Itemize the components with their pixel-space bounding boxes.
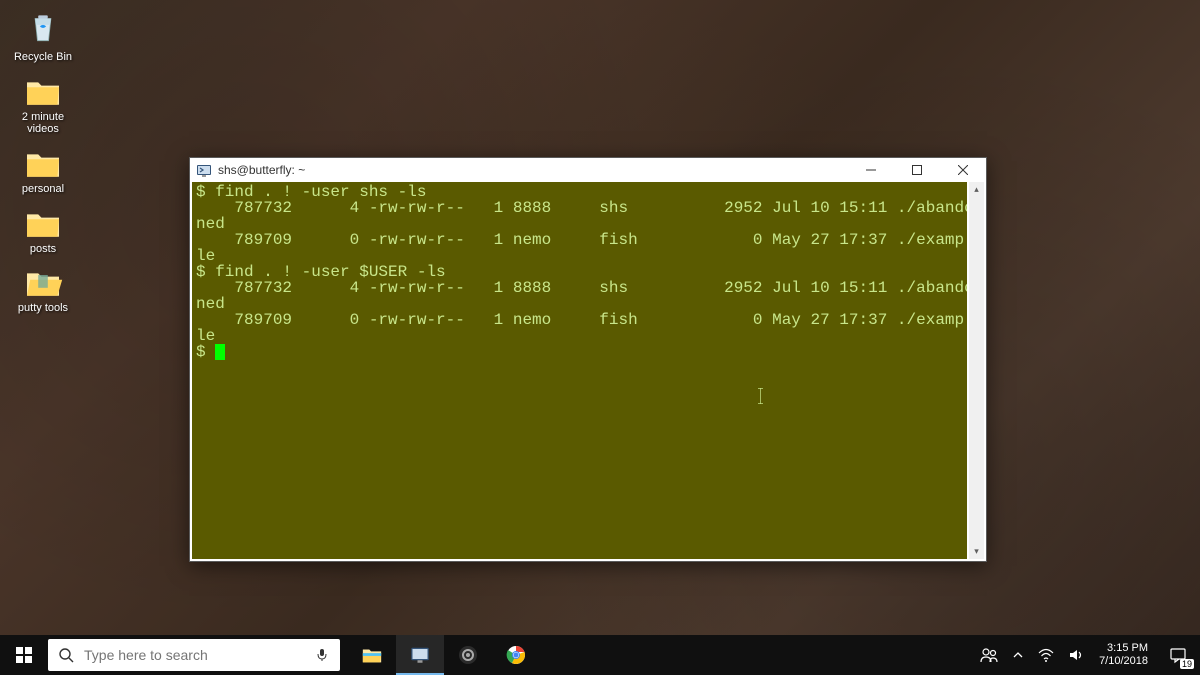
- desktop-icon-label: 2 minute videos: [6, 111, 80, 136]
- notification-button[interactable]: 19: [1156, 635, 1200, 675]
- start-button[interactable]: [0, 635, 48, 675]
- search-box[interactable]: [48, 639, 340, 671]
- scrollbar[interactable]: ▴ ▾: [969, 182, 984, 559]
- scroll-up-icon[interactable]: ▴: [969, 182, 984, 197]
- folder-icon: [23, 208, 63, 240]
- microphone-icon[interactable]: [304, 648, 340, 662]
- folder-icon: [23, 148, 63, 180]
- taskbar: 3:15 PM 7/10/2018 19: [0, 635, 1200, 675]
- clock-time: 3:15 PM: [1099, 642, 1148, 655]
- close-icon: [958, 165, 968, 175]
- tray-wifi-icon[interactable]: [1031, 635, 1061, 675]
- folder-open-icon: [23, 267, 63, 299]
- cursor: [215, 344, 225, 360]
- taskbar-obs[interactable]: [444, 635, 492, 675]
- tray-people-icon[interactable]: [973, 635, 1005, 675]
- text-cursor-ibeam: [760, 388, 761, 404]
- search-icon: [48, 647, 84, 663]
- desktop-icon-folder[interactable]: 2 minute videos: [6, 76, 80, 136]
- desktop-icon-label: posts: [6, 243, 80, 256]
- taskbar-file-explorer[interactable]: [348, 635, 396, 675]
- taskbar-clock[interactable]: 3:15 PM 7/10/2018: [1091, 642, 1156, 668]
- clock-date: 7/10/2018: [1099, 655, 1148, 668]
- minimize-icon: [866, 165, 876, 175]
- desktop-icon-label: Recycle Bin: [6, 51, 80, 64]
- titlebar[interactable]: shs@butterfly: ~: [190, 158, 986, 182]
- putty-window[interactable]: shs@butterfly: ~ $ find . ! -user shs -l…: [189, 157, 987, 562]
- terminal-prompt: $: [196, 343, 215, 361]
- search-input[interactable]: [84, 647, 304, 663]
- system-tray: 3:15 PM 7/10/2018 19: [973, 635, 1200, 675]
- close-button[interactable]: [940, 158, 986, 182]
- terminal-line: 787732 4 -rw-rw-r-- 1 8888 shs 2952 Jul …: [196, 279, 967, 297]
- notification-badge: 19: [1180, 659, 1194, 669]
- window-title: shs@butterfly: ~: [218, 163, 848, 177]
- folder-icon: [23, 76, 63, 108]
- terminal-line: 789709 0 -rw-rw-r-- 1 nemo fish 0 May 27…: [196, 231, 964, 249]
- chrome-icon: [506, 645, 526, 665]
- tray-volume-icon[interactable]: [1061, 635, 1091, 675]
- desktop-icon-folder[interactable]: posts: [6, 208, 80, 256]
- taskbar-putty[interactable]: [396, 635, 444, 675]
- desktop-icon-folder[interactable]: putty tools: [6, 267, 80, 315]
- obs-icon: [458, 645, 478, 665]
- file-explorer-icon: [361, 645, 383, 665]
- scroll-down-icon[interactable]: ▾: [969, 544, 984, 559]
- terminal-line: 789709 0 -rw-rw-r-- 1 nemo fish 0 May 27…: [196, 311, 964, 329]
- maximize-icon: [912, 165, 922, 175]
- maximize-button[interactable]: [894, 158, 940, 182]
- minimize-button[interactable]: [848, 158, 894, 182]
- putty-icon: [410, 644, 430, 664]
- putty-icon: [196, 162, 212, 178]
- desktop-icons: Recycle Bin 2 minute videos personal pos…: [6, 8, 80, 327]
- tray-chevron-up-icon[interactable]: [1005, 635, 1031, 675]
- desktop-icon-label: putty tools: [6, 302, 80, 315]
- terminal-line: 787732 4 -rw-rw-r-- 1 8888 shs 2952 Jul …: [196, 199, 967, 217]
- desktop-icon-folder[interactable]: personal: [6, 148, 80, 196]
- desktop-icon-recycle-bin[interactable]: Recycle Bin: [6, 8, 80, 64]
- terminal[interactable]: $ find . ! -user shs -ls 787732 4 -rw-rw…: [192, 182, 967, 559]
- windows-icon: [16, 647, 32, 663]
- recycle-bin-icon: [23, 8, 63, 48]
- desktop-icon-label: personal: [6, 183, 80, 196]
- taskbar-chrome[interactable]: [492, 635, 540, 675]
